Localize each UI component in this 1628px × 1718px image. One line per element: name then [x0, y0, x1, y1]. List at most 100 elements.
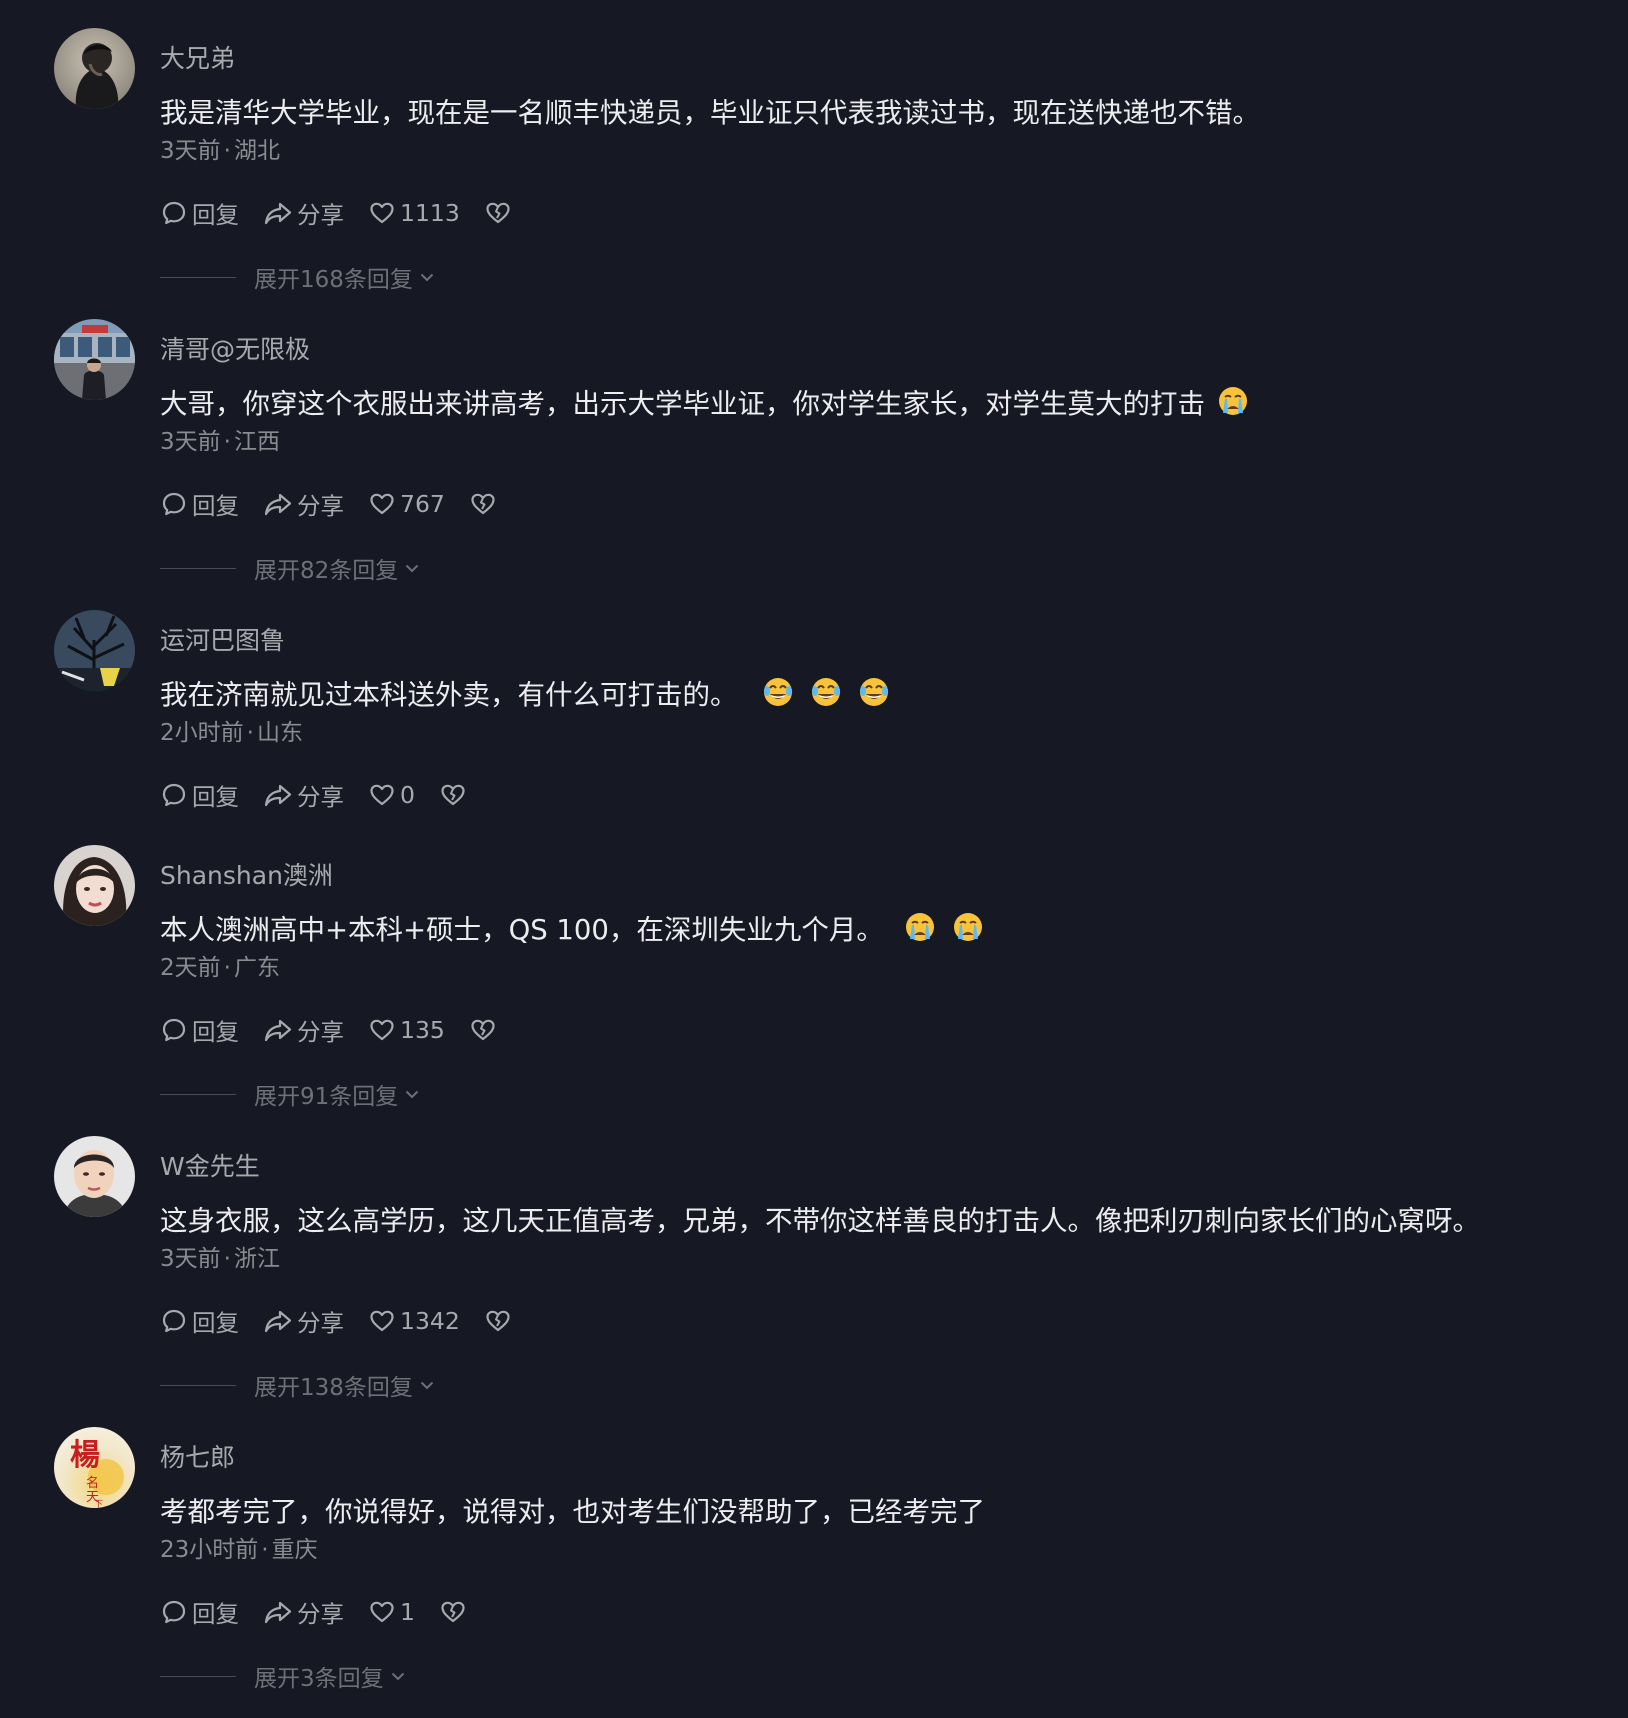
- reply-label: 回复: [192, 492, 239, 520]
- reply-button[interactable]: 回复: [160, 1595, 239, 1629]
- like-button[interactable]: 1113: [368, 199, 460, 227]
- comment-time: 3天前: [160, 1246, 221, 1272]
- reply-button[interactable]: 回复: [160, 1304, 239, 1338]
- avatar[interactable]: [54, 845, 135, 926]
- comment-bubble-icon: [162, 492, 186, 516]
- share-arrow-icon: [264, 784, 292, 807]
- dark-tree-scene-avatar: [54, 610, 135, 691]
- comment-text: 我在济南就见过本科送外卖，有什么可打击的。: [160, 676, 890, 718]
- comment-bubble-icon: [162, 783, 186, 807]
- like-count: 1: [400, 1598, 415, 1626]
- comment-meta: 3天前 · 湖北: [160, 134, 280, 168]
- comment-actions: 回复 分享 135: [160, 1013, 521, 1047]
- like-count: 1342: [400, 1307, 460, 1335]
- dislike-button[interactable]: [484, 1307, 512, 1335]
- crying-face-emoji: [952, 911, 984, 953]
- share-button[interactable]: 分享: [263, 487, 344, 521]
- reply-label: 回复: [192, 201, 239, 229]
- comment-location: 浙江: [233, 1246, 280, 1272]
- divider-line: [160, 1093, 236, 1095]
- comment-location: 湖北: [233, 138, 280, 164]
- comment-bubble-icon: [162, 1309, 186, 1333]
- username[interactable]: W金先生: [160, 1150, 260, 1184]
- reply-button[interactable]: 回复: [160, 487, 239, 521]
- expand-replies-button[interactable]: 展开3条回复: [160, 1661, 406, 1692]
- like-count: 135: [400, 1016, 445, 1044]
- heart-icon: [370, 493, 394, 515]
- share-button[interactable]: 分享: [263, 778, 344, 812]
- avatar[interactable]: [54, 319, 135, 400]
- share-button[interactable]: 分享: [263, 1304, 344, 1338]
- comment-time: 2小时前: [160, 720, 244, 746]
- broken-heart-icon: [471, 493, 495, 515]
- like-button[interactable]: 0: [368, 781, 415, 809]
- heart-icon: [370, 1019, 394, 1041]
- like-button[interactable]: 135: [368, 1016, 445, 1044]
- comment-actions: 回复 分享 1113: [160, 196, 536, 230]
- username[interactable]: 杨七郎: [160, 1441, 235, 1475]
- username[interactable]: 大兄弟: [160, 42, 235, 76]
- chevron-down-icon: [420, 273, 434, 282]
- svg-text:下: 下: [94, 1500, 103, 1508]
- username[interactable]: 清哥@无限极: [160, 333, 310, 367]
- comment-text-content: 我在济南就见过本科送外卖，有什么可打击的。: [160, 679, 738, 711]
- comment-text: 本人澳洲高中+本科+硕士，QS 100，在深圳失业九个月。: [160, 911, 984, 953]
- expand-label: 展开91条回复: [254, 1084, 399, 1110]
- comment-item: 楊 名 天 下 杨七郎 考都考完了，你说得好，说得对，也对考生们没帮助了，已经考…: [54, 1427, 1594, 1697]
- comment-time: 3天前: [160, 138, 221, 164]
- comment-meta: 2小时前 · 山东: [160, 716, 303, 750]
- expand-replies-button[interactable]: 展开168条回复: [160, 262, 435, 293]
- expand-replies-button[interactable]: 展开91条回复: [160, 1079, 420, 1110]
- woman-portrait-avatar: [54, 845, 135, 926]
- share-button[interactable]: 分享: [263, 196, 344, 230]
- man-on-phone-avatar: [54, 28, 135, 109]
- meta-separator: ·: [261, 1537, 269, 1563]
- expand-label: 展开3条回复: [254, 1666, 384, 1692]
- reply-label: 回复: [192, 1018, 239, 1046]
- share-button[interactable]: 分享: [263, 1013, 344, 1047]
- share-arrow-icon: [264, 1019, 292, 1042]
- divider-line: [160, 276, 236, 278]
- comment-location: 重庆: [271, 1537, 318, 1563]
- like-button[interactable]: 1: [368, 1598, 415, 1626]
- username[interactable]: Shanshan澳洲: [160, 859, 333, 893]
- expand-replies-button[interactable]: 展开138条回复: [160, 1370, 435, 1401]
- comment-location: 广东: [233, 955, 280, 981]
- like-button[interactable]: 767: [368, 490, 445, 518]
- comment-actions: 回复 分享 1: [160, 1595, 491, 1629]
- avatar[interactable]: 楊 名 天 下: [54, 1427, 135, 1508]
- dislike-button[interactable]: [439, 1598, 467, 1626]
- dislike-button[interactable]: [484, 199, 512, 227]
- comment-item: W金先生 这身衣服，这么高学历，这几天正值高考，兄弟，不带你这样善良的打击人。像…: [54, 1136, 1594, 1406]
- comment-text-content: 本人澳洲高中+本科+硕士，QS 100，在深圳失业九个月。: [160, 914, 884, 946]
- comment-text: 考都考完了，你说得好，说得对，也对考生们没帮助了，已经考完了: [160, 1493, 985, 1531]
- reply-button[interactable]: 回复: [160, 196, 239, 230]
- avatar[interactable]: [54, 610, 135, 691]
- reply-label: 回复: [192, 1600, 239, 1628]
- meta-separator: ·: [246, 720, 254, 746]
- share-arrow-icon: [264, 202, 292, 225]
- like-button[interactable]: 1342: [368, 1307, 460, 1335]
- share-button[interactable]: 分享: [263, 1595, 344, 1629]
- tears-of-joy-emoji: [858, 676, 890, 718]
- comment-item: Shanshan澳洲 本人澳洲高中+本科+硕士，QS 100，在深圳失业九个月。…: [54, 845, 1594, 1115]
- expand-replies-button[interactable]: 展开82条回复: [160, 553, 420, 584]
- comment-item: 运河巴图鲁 我在济南就见过本科送外卖，有什么可打击的。 2小时前 · 山东 回复 分…: [54, 610, 1594, 825]
- reply-button[interactable]: 回复: [160, 778, 239, 812]
- reply-button[interactable]: 回复: [160, 1013, 239, 1047]
- tears-of-joy-emoji: [810, 676, 842, 718]
- comment-item: 大兄弟 我是清华大学毕业，现在是一名顺丰快递员，毕业证只代表我读过书，现在送快递…: [54, 28, 1594, 298]
- dislike-button[interactable]: [469, 1016, 497, 1044]
- broken-heart-icon: [486, 202, 510, 224]
- dislike-button[interactable]: [439, 781, 467, 809]
- dislike-button[interactable]: [469, 490, 497, 518]
- comment-time: 23小时前: [160, 1537, 259, 1563]
- username[interactable]: 运河巴图鲁: [160, 624, 285, 658]
- share-arrow-icon: [264, 1601, 292, 1624]
- share-label: 分享: [297, 201, 344, 229]
- comment-actions: 回复 分享 767: [160, 487, 521, 521]
- avatar[interactable]: [54, 1136, 135, 1217]
- avatar[interactable]: [54, 28, 135, 109]
- comment-actions: 回复 分享 1342: [160, 1304, 536, 1338]
- share-label: 分享: [297, 1309, 344, 1337]
